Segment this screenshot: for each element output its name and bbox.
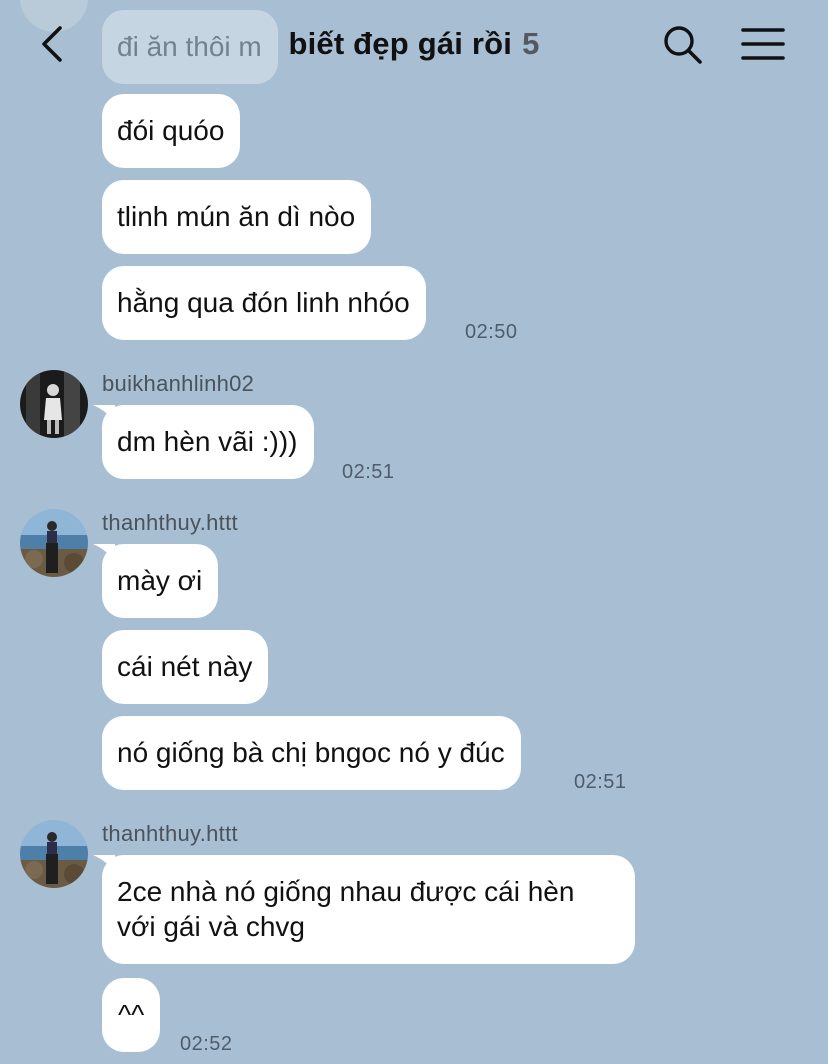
message-text: đói quóo <box>117 115 225 146</box>
message-bubble[interactable]: ^^ <box>102 978 161 1052</box>
member-count: 5 <box>522 26 540 61</box>
message-bubble[interactable]: dm hèn vãi :))) <box>93 405 314 479</box>
search-button[interactable] <box>660 22 704 66</box>
message-text: nó giống bà chị bngoc nó y đúc <box>117 737 505 768</box>
hamburger-menu-icon <box>741 28 785 60</box>
sender-name[interactable]: thanhthuy.httt <box>102 510 238 536</box>
bubble-tail <box>93 405 115 423</box>
avatar[interactable] <box>20 370 88 438</box>
chat-title: biết đẹp gái rồi <box>288 26 513 61</box>
message-bubble[interactable]: mày ơi <box>93 544 219 618</box>
message-bubble[interactable]: tlinh mún ăn dì nòo <box>102 180 372 254</box>
message-text: hằng qua đón linh nhóo <box>117 287 410 318</box>
search-icon <box>664 26 702 64</box>
sender-name[interactable]: thanhthuy.httt <box>102 821 238 847</box>
menu-button[interactable] <box>740 24 786 64</box>
message-text: mày ơi <box>117 565 203 596</box>
message-text: tlinh mún ăn dì nòo <box>117 201 356 232</box>
bubble-tail <box>93 544 115 562</box>
message-text: dm hèn vãi :))) <box>117 426 298 457</box>
sender-name[interactable]: buikhanhlinh02 <box>102 371 254 397</box>
message-bubble[interactable]: nó giống bà chị bngoc nó y đúc <box>102 716 521 790</box>
message-text: ^^ <box>118 999 145 1030</box>
message-bubble[interactable]: 2ce nhà nó giống nhau được cái hèn với g… <box>93 855 635 964</box>
chat-header: biết đẹp gái rồi 5 <box>0 0 828 88</box>
message-text: cái nét này <box>117 651 253 682</box>
message-timestamp: 02:50 <box>465 321 518 343</box>
message-bubble[interactable]: hằng qua đón linh nhóo <box>102 266 426 340</box>
message-timestamp: 02:51 <box>574 771 627 793</box>
avatar[interactable] <box>20 509 88 577</box>
avatar[interactable] <box>20 820 88 888</box>
message-text: 2ce nhà nó giống nhau được cái hèn với g… <box>117 876 575 942</box>
message-bubble[interactable]: cái nét này <box>102 630 269 704</box>
message-bubble[interactable]: đói quóo <box>102 94 241 168</box>
bubble-tail <box>93 855 115 873</box>
message-timestamp: 02:52 <box>180 1033 233 1055</box>
message-timestamp: 02:51 <box>342 461 395 483</box>
